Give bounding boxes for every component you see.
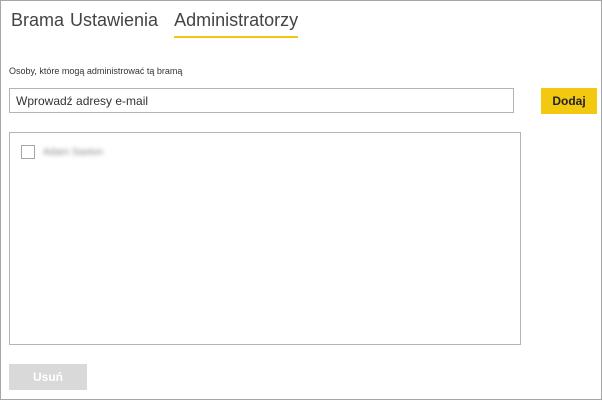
tab-gateway[interactable]: Brama: [11, 9, 64, 38]
tab-settings[interactable]: Ustawienia: [70, 9, 158, 38]
list-item[interactable]: Adam Saxton: [21, 145, 103, 159]
admin-list: Adam Saxton: [9, 132, 521, 345]
tab-bar: Brama Ustawienia Administratorzy: [11, 9, 299, 41]
email-input[interactable]: [9, 88, 514, 113]
dialog-frame: Brama Ustawienia Administratorzy Osoby, …: [0, 0, 602, 400]
tab-administrators[interactable]: Administratorzy: [174, 9, 299, 38]
remove-button: Usuń: [9, 364, 87, 390]
add-button[interactable]: Dodaj: [541, 88, 597, 114]
admins-description: Osoby, które mogą administrować tą bramą: [9, 66, 183, 76]
user-checkbox[interactable]: [21, 145, 35, 159]
user-name: Adam Saxton: [43, 146, 104, 158]
